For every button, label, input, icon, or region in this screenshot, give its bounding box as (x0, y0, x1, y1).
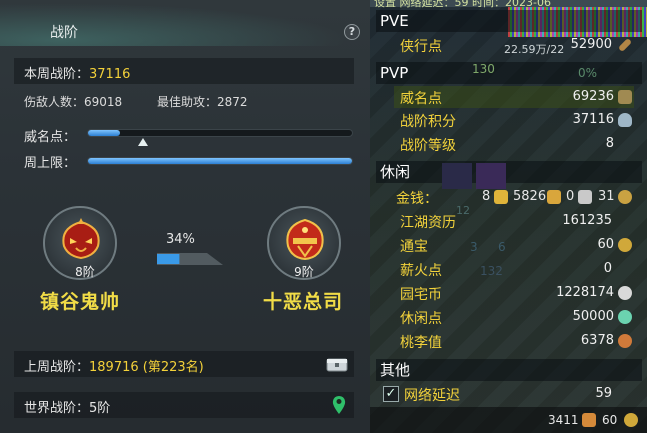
pvp-row-level: 战阶等级 8 (394, 133, 634, 155)
current-rank-level: 8阶 (75, 265, 95, 279)
chest-icon[interactable] (326, 355, 348, 373)
taoli-label: 桃李值 (400, 335, 442, 351)
leisure-row-seniority: 江湖资历 161235 (394, 210, 634, 232)
gold-label: 金钱： (396, 191, 438, 207)
leisure-section: 休闲 (376, 161, 642, 189)
estate-coin-icon (618, 286, 632, 300)
weekly-rank-label: 本周战阶： (24, 67, 90, 82)
fame-label: 威名点： (24, 130, 77, 145)
world-rank-row: 世界战阶：5阶 (14, 392, 354, 418)
leisure-row-leisure-points: 休闲点 50000 (394, 306, 634, 328)
silver-ingot-icon (547, 190, 561, 204)
latency-label: 网络延迟 (404, 388, 460, 404)
xiaxing-label: 侠行点 (400, 39, 442, 55)
leisure-row-tongbao: 通宝 3 6 60 (394, 234, 634, 256)
tongbao-label: 通宝 (400, 239, 428, 255)
last-week-value: 189716 (第223名) (89, 360, 204, 375)
gold-ingot-icon (494, 190, 508, 204)
estate-coin-value: 1228174 (556, 285, 614, 300)
currency-footer: 3411 60 (370, 407, 647, 433)
estate-coin-label: 园宅币 (400, 287, 442, 303)
kills-stat: 伤敌人数：69018 (24, 95, 123, 109)
rank-score-label: 战阶积分 (400, 114, 456, 130)
fame-bar-fill (88, 130, 120, 136)
coin-value: 31 (598, 189, 615, 204)
last-week-label: 上周战阶： (24, 360, 90, 375)
helmet-icon (62, 218, 100, 260)
leaf-icon (618, 310, 632, 324)
leisure-row-gold: 金钱： 12 8 5826 0 31 (390, 186, 640, 217)
rank-panel: 战阶 ? 本周战阶：37116 伤敌人数：69018 最佳助攻：2872 威名点… (0, 0, 370, 433)
fame-points-value: 69236 (572, 89, 614, 104)
weekly-rank-value: 37116 (89, 67, 131, 82)
latency-value: 59 (595, 386, 612, 401)
next-rank-level: 9阶 (294, 265, 314, 279)
helmet-icon (286, 218, 324, 261)
tongbao-value: 60 (597, 237, 614, 252)
footer-value-1: 3411 (548, 413, 579, 427)
current-rank-name: 镇谷鬼帅 (39, 291, 120, 313)
other-title: 其他 (376, 359, 642, 381)
rank-level-label: 战阶等级 (400, 138, 456, 154)
leisure-row-xinhuo: 薪火点 132 0 (400, 261, 612, 279)
pve-section: PVE (376, 10, 642, 32)
coin-icon (624, 413, 638, 427)
panel-title: 战阶 (50, 25, 78, 41)
seniority-value: 161235 (562, 213, 612, 228)
weekly-cap-bar-fill (88, 158, 352, 164)
pvp-row-score: 战阶积分 37116 (394, 109, 634, 131)
copper-ingot-icon (578, 190, 592, 204)
leisure-title: 休闲 (376, 161, 642, 183)
silver-value: 5826 (513, 189, 547, 204)
help-button[interactable]: ? (344, 24, 360, 40)
map-pin-icon[interactable] (332, 395, 346, 415)
fame-marker-icon (137, 138, 148, 146)
weekly-cap-bar (87, 157, 353, 165)
assist-stat: 最佳助攻：2872 (157, 95, 248, 109)
badge-icon (618, 113, 632, 127)
gold-value: 8 (482, 189, 491, 204)
weekly-cap-label: 周上限： (24, 156, 77, 171)
pvp-title: PVP (376, 62, 642, 84)
pve-title: PVE (376, 10, 642, 32)
progress-percent: 34% (166, 232, 195, 247)
sword-icon (617, 37, 633, 53)
rank-progress-arrow (157, 253, 223, 265)
fame-coin-icon (618, 90, 632, 104)
seniority-label: 江湖资历 (400, 215, 456, 231)
world-rank-label: 世界战阶：5阶 (24, 401, 111, 416)
top-status-strip: 设置 网络延迟：59 时间：2023-06 (370, 0, 647, 9)
rank-score-value: 37116 (572, 112, 614, 127)
leisure-row-taoli: 桃李值 6378 (394, 330, 634, 352)
footer-value-2: 60 (602, 413, 618, 427)
next-rank-name: 十恶总司 (262, 291, 343, 313)
copper-value: 0 (566, 189, 575, 204)
xiaxing-value: 52900 (570, 37, 612, 52)
latency-checkbox[interactable]: ✓ (383, 386, 399, 402)
fame-bar (87, 129, 353, 137)
leisure-row-estate: 园宅币 1228174 (394, 282, 634, 304)
pve-row-xiaxing: 侠行点 22.59万/22 52900 (394, 34, 634, 56)
other-row-latency: ✓ 网络延迟 59 (376, 383, 634, 405)
pvp-section: PVP 130 0% (376, 62, 642, 84)
xinhuo-label: 薪火点 (400, 263, 442, 279)
last-week-rank-row: 上周战阶：189716 (第223名) (14, 351, 354, 377)
tongbao-coin-icon (618, 238, 632, 252)
pvp-row-fame: 威名点 69236 (394, 86, 634, 108)
coin-icon (618, 190, 632, 204)
weekly-rank-row: 本周战阶：37116 (14, 58, 354, 84)
xinhuo-value: 0 (603, 261, 612, 276)
leisure-points-value: 50000 (572, 309, 614, 324)
leisure-points-label: 休闲点 (400, 311, 442, 327)
taoli-value: 6378 (580, 333, 614, 348)
fame-points-label: 威名点 (400, 91, 442, 107)
rank-level-value: 8 (605, 136, 614, 151)
peach-icon (618, 334, 632, 348)
currency-panel: 设置 网络延迟：59 时间：2023-06 PVE 侠行点 22.59万/22 … (370, 0, 647, 433)
other-section: 其他 (376, 359, 642, 381)
boot-icon (582, 413, 596, 427)
pve-progress-caption: 22.59万/22 (504, 43, 565, 56)
